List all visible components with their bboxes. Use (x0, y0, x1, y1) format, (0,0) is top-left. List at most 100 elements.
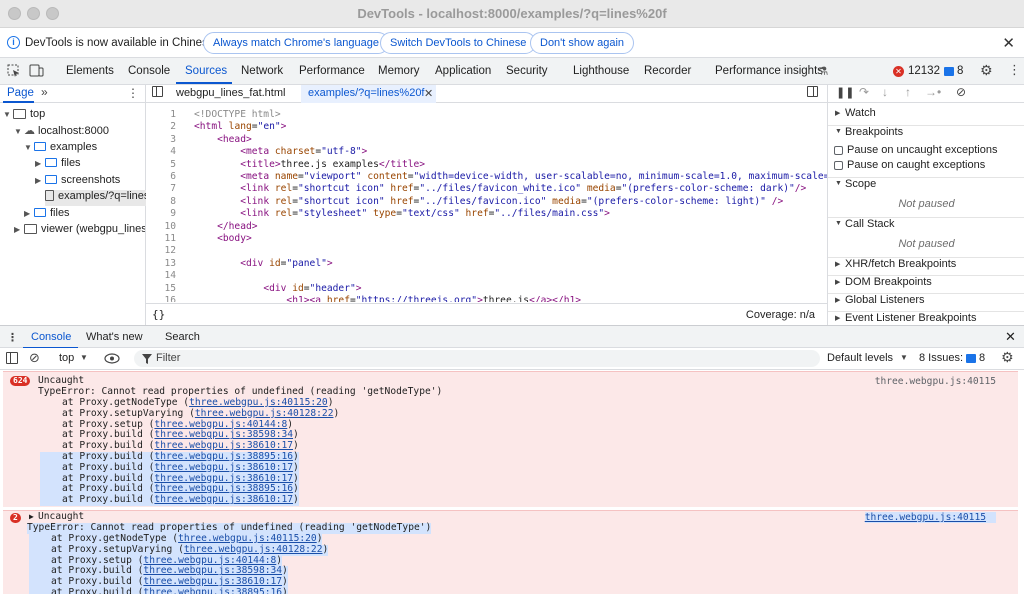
line-number[interactable]: 12 (146, 245, 176, 257)
close-drawer-icon[interactable]: ✕ (1005, 329, 1016, 345)
section-scope[interactable]: ▼ Scope (828, 177, 1024, 195)
code-line[interactable]: 1 <!DOCTYPE html> (146, 109, 827, 121)
frame-source-link[interactable]: three.webgpu.js:40144:8 (143, 555, 276, 566)
code-area[interactable]: 1 <!DOCTYPE html> 2 <html lang="en"> 3 <head… (146, 107, 827, 302)
line-number[interactable]: 13 (146, 258, 176, 270)
error-count[interactable]: 12132 (908, 65, 940, 77)
drawer-tab-search[interactable]: Search (165, 331, 200, 343)
section-call-stack[interactable]: ▼ Call Stack (828, 217, 1024, 235)
settings-gear-icon[interactable]: ⚙ (980, 62, 993, 79)
frame-source-link[interactable]: three.webgpu.js:38610:17 (154, 494, 293, 505)
frame-source-link[interactable]: three.webgpu.js:40115:20 (189, 397, 328, 408)
line-number[interactable]: 9 (146, 208, 176, 220)
tree-item-files[interactable]: ▶ files (35, 157, 145, 173)
console-error-entry-2[interactable]: 2 ▶ Uncaught three.webgpu.js:40115 TypeE… (3, 510, 1018, 594)
line-number[interactable]: 6 (146, 171, 176, 183)
line-number[interactable]: 4 (146, 146, 176, 158)
code-line[interactable]: 8 <link rel="shortcut icon" href="../fil… (146, 196, 827, 208)
tab-page[interactable]: Page (7, 87, 34, 99)
code-line[interactable]: 3 <head> (146, 134, 827, 146)
code-line[interactable]: 6 <meta name="viewport" content="width=d… (146, 171, 827, 183)
tree-item-files-root[interactable]: ▶ files (24, 207, 144, 223)
tab-performance-insights[interactable]: Performance insights (715, 65, 823, 77)
section-xhr-breakpoints[interactable]: ▶ XHR/fetch Breakpoints (828, 257, 1024, 275)
toggle-debugger-icon[interactable] (807, 86, 818, 97)
frame-source-link[interactable]: three.webgpu.js:38610:17 (154, 462, 293, 473)
code-line[interactable]: 5 <title>three.js examples</title> (146, 159, 827, 171)
section-event-listener-breakpoints[interactable]: ▶ Event Listener Breakpoints (828, 311, 1024, 325)
code-line[interactable]: 14 (146, 270, 827, 282)
step-icon[interactable]: →• (925, 85, 941, 99)
tab-elements[interactable]: Elements (66, 65, 114, 77)
more-tabs-chevron-icon[interactable]: » (41, 85, 48, 99)
device-toolbar-icon[interactable] (29, 64, 44, 77)
line-number[interactable]: 10 (146, 221, 176, 233)
tree-item-screenshots[interactable]: ▶ screenshots (35, 174, 145, 190)
tree-item-viewer[interactable]: ▶viewer (webgpu_lines_fat.html) (14, 223, 145, 239)
code-line[interactable]: 13 <div id="panel"> (146, 258, 827, 270)
console-filter-input[interactable]: Filter (134, 350, 820, 367)
context-selector[interactable]: top (59, 352, 74, 364)
toggle-navigator-icon[interactable] (152, 86, 163, 97)
tab-performance[interactable]: Performance (299, 65, 365, 77)
tab-network[interactable]: Network (241, 65, 283, 77)
tab-recorder[interactable]: Recorder (644, 65, 691, 77)
console-sidebar-icon[interactable] (6, 352, 18, 364)
match-language-button[interactable]: Always match Chrome's language (203, 32, 389, 54)
section-global-listeners[interactable]: ▶ Global Listeners (828, 293, 1024, 311)
editor-tab-examples[interactable]: examples/?q=lines%20f (308, 87, 425, 99)
frame-source-link[interactable]: three.webgpu.js:40115:20 (178, 533, 317, 544)
code-line[interactable]: 4 <meta charset="utf-8"> (146, 146, 827, 158)
levels-dropdown-icon[interactable]: ▼ (900, 353, 908, 362)
error-source-link[interactable]: three.webgpu.js:40115 (875, 376, 996, 387)
message-count[interactable]: 8 (957, 65, 963, 77)
deactivate-breakpoints-icon[interactable]: ⊘ (956, 85, 966, 99)
close-tab-icon[interactable]: ✕ (424, 87, 433, 100)
step-over-icon[interactable]: ↷ (859, 85, 869, 99)
line-number[interactable]: 7 (146, 183, 176, 195)
tab-application[interactable]: Application (435, 65, 491, 77)
line-number[interactable]: 16 (146, 295, 176, 302)
frame-source-link[interactable]: three.webgpu.js:38610:17 (143, 576, 282, 587)
code-line[interactable]: 7 <link rel="shortcut icon" href="../fil… (146, 183, 827, 195)
section-dom-breakpoints[interactable]: ▶ DOM Breakpoints (828, 275, 1024, 293)
code-line[interactable]: 12 (146, 245, 827, 257)
code-line[interactable]: 9 <link rel="stylesheet" type="text/css"… (146, 208, 827, 220)
frame-source-link[interactable]: three.webgpu.js:38598:34 (154, 429, 293, 440)
line-number[interactable]: 11 (146, 233, 176, 245)
frame-source-link[interactable]: three.webgpu.js:38895:16 (154, 451, 293, 462)
line-number[interactable]: 3 (146, 134, 176, 146)
live-expression-eye-icon[interactable] (104, 353, 120, 364)
tab-lighthouse[interactable]: Lighthouse (573, 65, 629, 77)
section-watch[interactable]: ▶ Watch (828, 107, 1024, 125)
navigator-menu-icon[interactable]: ⋮ (127, 86, 139, 100)
line-number[interactable]: 2 (146, 121, 176, 133)
editor-tab-webgpu-lines-fat[interactable]: webgpu_lines_fat.html (176, 87, 285, 99)
frame-source-link[interactable]: three.webgpu.js:38895:16 (154, 483, 293, 494)
pause-caught-checkbox[interactable] (834, 161, 843, 170)
tree-item-examples[interactable]: ▼ examples (24, 141, 144, 157)
frame-source-link[interactable]: three.webgpu.js:38895:16 (143, 587, 282, 594)
log-levels-dropdown[interactable]: Default levels (827, 352, 893, 364)
line-number[interactable]: 14 (146, 270, 176, 282)
issues-label[interactable]: 8 Issues: (919, 352, 963, 364)
section-breakpoints[interactable]: ▼ Breakpoints (828, 125, 1024, 143)
tab-console[interactable]: Console (128, 65, 170, 77)
tree-item-localhost[interactable]: ▼ ☁ localhost:8000 (14, 124, 144, 140)
line-number[interactable]: 15 (146, 283, 176, 295)
frame-source-link[interactable]: three.webgpu.js:40128:22 (184, 544, 323, 555)
console-error-entry-1[interactable]: 624 Uncaught three.webgpu.js:40115 TypeE… (3, 371, 1018, 507)
frame-source-link[interactable]: three.webgpu.js:40144:8 (154, 419, 287, 430)
tab-security[interactable]: Security (506, 65, 548, 77)
step-out-icon[interactable]: ↑ (905, 85, 911, 99)
pretty-print-button[interactable]: {} (152, 308, 165, 321)
clear-console-icon[interactable]: ⊘ (29, 350, 40, 366)
drawer-menu-icon[interactable]: ⋮ (7, 331, 18, 344)
code-line[interactable]: 2 <html lang="en"> (146, 121, 827, 133)
more-options-icon[interactable]: ⋮ (1008, 62, 1021, 78)
inspect-element-icon[interactable] (7, 64, 20, 77)
close-icon[interactable]: ✕ (1002, 34, 1015, 52)
drawer-tab-whats-new[interactable]: What's new (86, 331, 143, 343)
drawer-tab-console[interactable]: Console (31, 331, 71, 343)
code-line[interactable]: 16 <h1><a href="https://threejs.org">thr… (146, 295, 827, 302)
